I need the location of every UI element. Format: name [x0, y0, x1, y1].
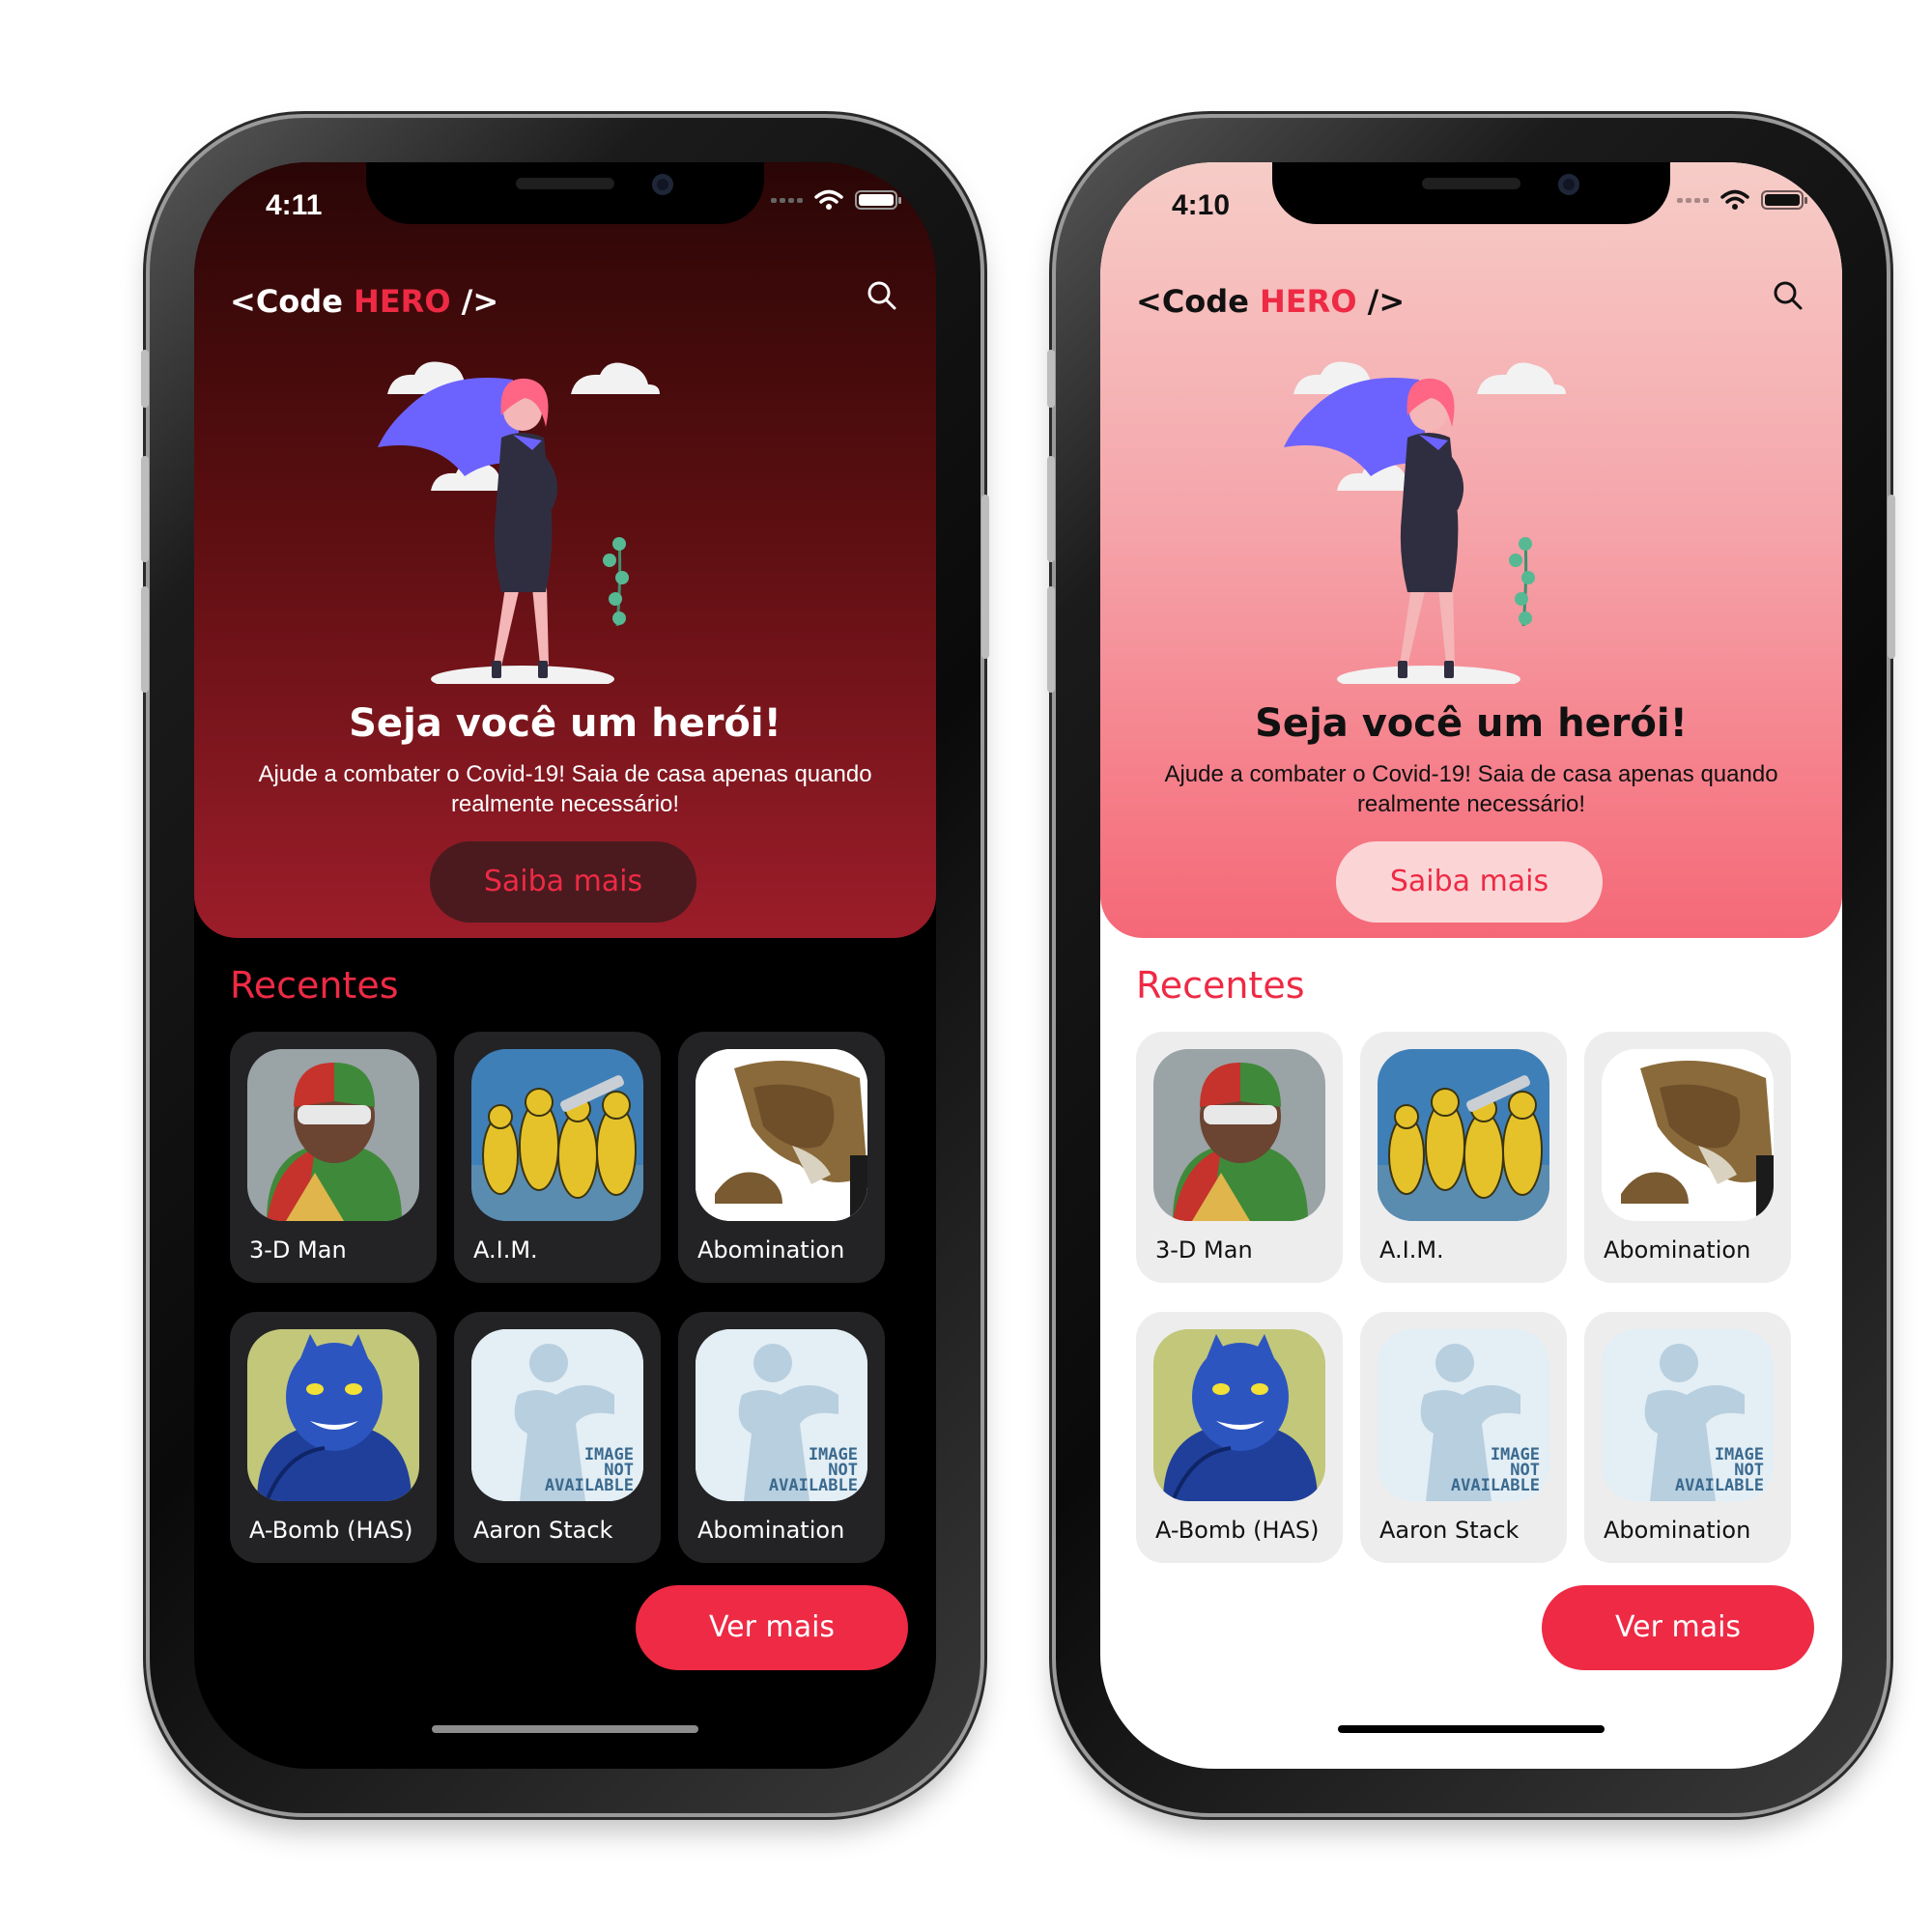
hero-name: Aaron Stack — [1379, 1517, 1520, 1544]
phone-light: <Code HERO /> Seja você um herói! Ajude … — [1047, 118, 1895, 1813]
hero-card[interactable]: 3-D Man — [230, 1032, 437, 1283]
aim-image — [1378, 1049, 1549, 1221]
hero-card[interactable]: IMAGE NOT AVAILABLE Aaron Stack — [1360, 1312, 1567, 1563]
volume-down-button — [141, 586, 149, 693]
hero-thumbnail-abomination — [696, 1049, 867, 1221]
hero-thumbnail-3d-man — [247, 1049, 419, 1221]
hero-card[interactable]: A.I.M. — [454, 1032, 661, 1283]
notch — [1272, 162, 1670, 224]
cellular-signal-icon — [1677, 197, 1709, 203]
power-button — [981, 495, 989, 659]
search-icon[interactable] — [865, 278, 899, 313]
hero-thumbnail-3d-man — [1153, 1049, 1325, 1221]
hero-title: Seja você um herói! — [349, 701, 781, 746]
cellular-signal-icon — [771, 197, 803, 203]
hero-card[interactable]: 3-D Man — [1136, 1032, 1343, 1283]
hero-thumbnail-a-bomb — [1153, 1329, 1325, 1501]
hero-title: Seja você um herói! — [1255, 701, 1688, 746]
hero-subtitle: Ajude a combater o Covid-19! Saia de cas… — [258, 761, 872, 817]
image-not-available-text: IMAGE NOT AVAILABLE — [544, 1445, 634, 1495]
hero-thumbnail-aim — [1378, 1049, 1549, 1221]
home-indicator[interactable] — [432, 1725, 698, 1733]
status-icons — [771, 189, 901, 211]
phone-dark: <Code HERO /> Seja você um herói! Ajude … — [141, 118, 989, 1813]
3d-man-image — [247, 1049, 419, 1221]
superhero-illustration — [378, 361, 660, 684]
app-title: <Code HERO /> — [1136, 283, 1406, 320]
wifi-icon — [1720, 189, 1749, 210]
section-title-recentes: Recentes — [230, 964, 399, 1007]
power-button — [1888, 495, 1895, 659]
hero-name: Abomination — [697, 1236, 845, 1264]
hero-thumbnail-image-not-available: IMAGE NOT AVAILABLE — [696, 1329, 867, 1501]
hero-name: Abomination — [697, 1517, 845, 1544]
hero-thumbnail-image-not-available: IMAGE NOT AVAILABLE — [1378, 1329, 1549, 1501]
status-time: 4:10 — [1172, 189, 1231, 221]
hero-thumbnail-abomination — [1602, 1049, 1774, 1221]
volume-up-button — [1047, 456, 1055, 562]
image-not-available-text: IMAGE NOT AVAILABLE — [1450, 1445, 1540, 1495]
hero-grid: 3-D Man A.I.M. Abomination A-Bomb (HAS) … — [1136, 1032, 1791, 1563]
image-not-available-text: IMAGE NOT AVAILABLE — [1674, 1445, 1764, 1495]
mute-switch — [141, 350, 149, 408]
hero-card[interactable]: A-Bomb (HAS) — [1136, 1312, 1343, 1563]
front-camera — [652, 174, 673, 195]
speaker — [1422, 178, 1520, 189]
search-icon[interactable] — [1771, 278, 1805, 313]
screen: <Code HERO /> Seja você um herói! Ajude … — [1100, 162, 1842, 1769]
superhero-illustration — [1284, 361, 1566, 684]
volume-down-button — [1047, 586, 1055, 693]
3d-man-image — [1153, 1049, 1325, 1221]
hero-card[interactable]: Abomination — [678, 1032, 885, 1283]
ver-mais-button[interactable]: Ver mais — [636, 1585, 908, 1670]
hero-thumbnail-a-bomb — [247, 1329, 419, 1501]
abomination-image — [696, 1049, 867, 1221]
status-icons — [1677, 189, 1807, 211]
hero-name: 3-D Man — [1155, 1236, 1253, 1264]
hero-name: A.I.M. — [1379, 1236, 1444, 1264]
hero-thumbnail-image-not-available: IMAGE NOT AVAILABLE — [471, 1329, 643, 1501]
battery-icon — [855, 190, 901, 210]
hero-card[interactable]: IMAGE NOT AVAILABLE Aaron Stack — [454, 1312, 661, 1563]
notch — [366, 162, 764, 224]
hero-card[interactable]: A-Bomb (HAS) — [230, 1312, 437, 1563]
abomination-image — [1602, 1049, 1774, 1221]
hero-card[interactable]: IMAGE NOT AVAILABLE Abomination — [1584, 1312, 1791, 1563]
screen: <Code HERO /> Seja você um herói! Ajude … — [194, 162, 936, 1769]
mute-switch — [1047, 350, 1055, 408]
hero-name: A-Bomb (HAS) — [249, 1517, 413, 1544]
volume-up-button — [141, 456, 149, 562]
hero-thumbnail-image-not-available: IMAGE NOT AVAILABLE — [1602, 1329, 1774, 1501]
status-time: 4:11 — [266, 189, 323, 221]
hero-name: 3-D Man — [249, 1236, 347, 1264]
a-bomb-image — [1153, 1329, 1325, 1501]
speaker — [516, 178, 614, 189]
hero-card[interactable]: Abomination — [1584, 1032, 1791, 1283]
hero-card[interactable]: A.I.M. — [1360, 1032, 1567, 1283]
hero-subtitle: Ajude a combater o Covid-19! Saia de cas… — [1164, 761, 1778, 817]
aim-image — [471, 1049, 643, 1221]
hero-card[interactable]: IMAGE NOT AVAILABLE Abomination — [678, 1312, 885, 1563]
home-indicator[interactable] — [1338, 1725, 1605, 1733]
section-title-recentes: Recentes — [1136, 964, 1305, 1007]
image-not-available-text: IMAGE NOT AVAILABLE — [768, 1445, 858, 1495]
hero-grid: 3-D Man A.I.M. Abomination A-Bomb (HAS) … — [230, 1032, 885, 1563]
saiba-mais-button[interactable]: Saiba mais — [430, 841, 696, 923]
hero-name: A.I.M. — [473, 1236, 538, 1264]
hero-thumbnail-aim — [471, 1049, 643, 1221]
ver-mais-button[interactable]: Ver mais — [1542, 1585, 1814, 1670]
saiba-mais-button[interactable]: Saiba mais — [1336, 841, 1603, 923]
hero-banner: <Code HERO /> Seja você um herói! Ajude … — [1100, 162, 1842, 938]
hero-name: Aaron Stack — [473, 1517, 613, 1544]
hero-banner: <Code HERO /> Seja você um herói! Ajude … — [194, 162, 936, 938]
battery-icon — [1761, 190, 1807, 210]
app-title: <Code HERO /> — [230, 283, 499, 320]
a-bomb-image — [247, 1329, 419, 1501]
wifi-icon — [814, 189, 843, 210]
hero-name: A-Bomb (HAS) — [1155, 1517, 1320, 1544]
front-camera — [1558, 174, 1579, 195]
hero-name: Abomination — [1604, 1517, 1751, 1544]
hero-name: Abomination — [1604, 1236, 1751, 1264]
